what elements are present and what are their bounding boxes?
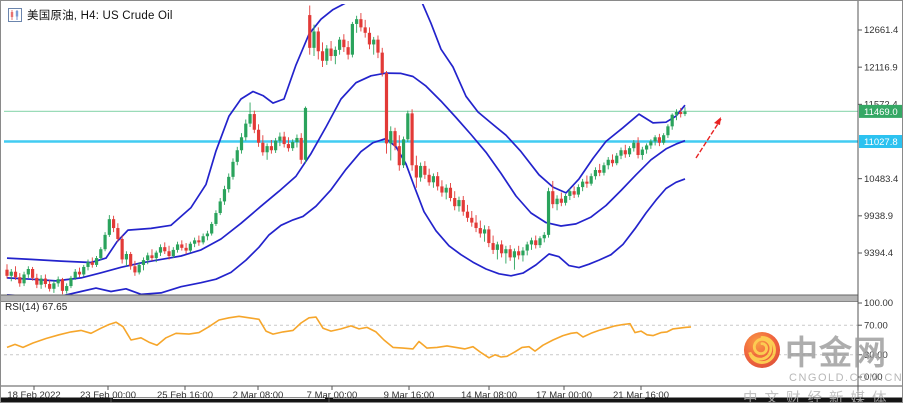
bollinger-middle-line (6, 72, 686, 282)
bollinger-bands (6, 4, 686, 296)
trend-arrow-head (714, 117, 721, 125)
watermark-slogan: 中文财经新媒体 (743, 391, 894, 403)
price-badge-text: 11469.0 (864, 107, 898, 118)
price-tick-label: 12116.9 (864, 62, 898, 73)
watermark-brand: 中金网 (785, 334, 887, 371)
price-tick-label: 12661.4 (864, 25, 898, 36)
rsi-line (6, 315, 692, 359)
candles-layer (5, 5, 687, 295)
price-badge-text: 11027.8 (864, 137, 898, 148)
watermark: 中金网 CNGOLD.COM.CN 中文财经新媒体 (743, 331, 903, 403)
rsi-tick-label: 100.00 (864, 298, 893, 309)
watermark-domain: CNGOLD.COM.CN (789, 372, 903, 384)
rsi-tick-label: 70.00 (864, 320, 888, 331)
price-badge-11027.8: 11027.8 (859, 135, 902, 149)
price-tick-label: 9938.9 (864, 211, 893, 222)
candlestick-chart-icon (8, 8, 22, 22)
bollinger-lower-line (6, 137, 686, 296)
cngold-logo-icon (743, 331, 781, 374)
price-tick-label: 10483.4 (864, 174, 898, 185)
trend-arrow[interactable] (695, 118, 722, 159)
rsi-indicator-label: RSI(14) 67.65 (5, 302, 68, 313)
chart-title: 美国原油, H4: US Crude Oil (27, 10, 173, 22)
price-tick-label: 9394.4 (864, 248, 893, 259)
pane-splitter[interactable] (1, 295, 858, 302)
chart-header: 美国原油, H4: US Crude Oil (8, 7, 173, 23)
chart-window: 12661.412116.911572.410483.49938.99394.4… (0, 0, 903, 403)
price-badge-11469.0: 11469.0 (859, 104, 902, 118)
